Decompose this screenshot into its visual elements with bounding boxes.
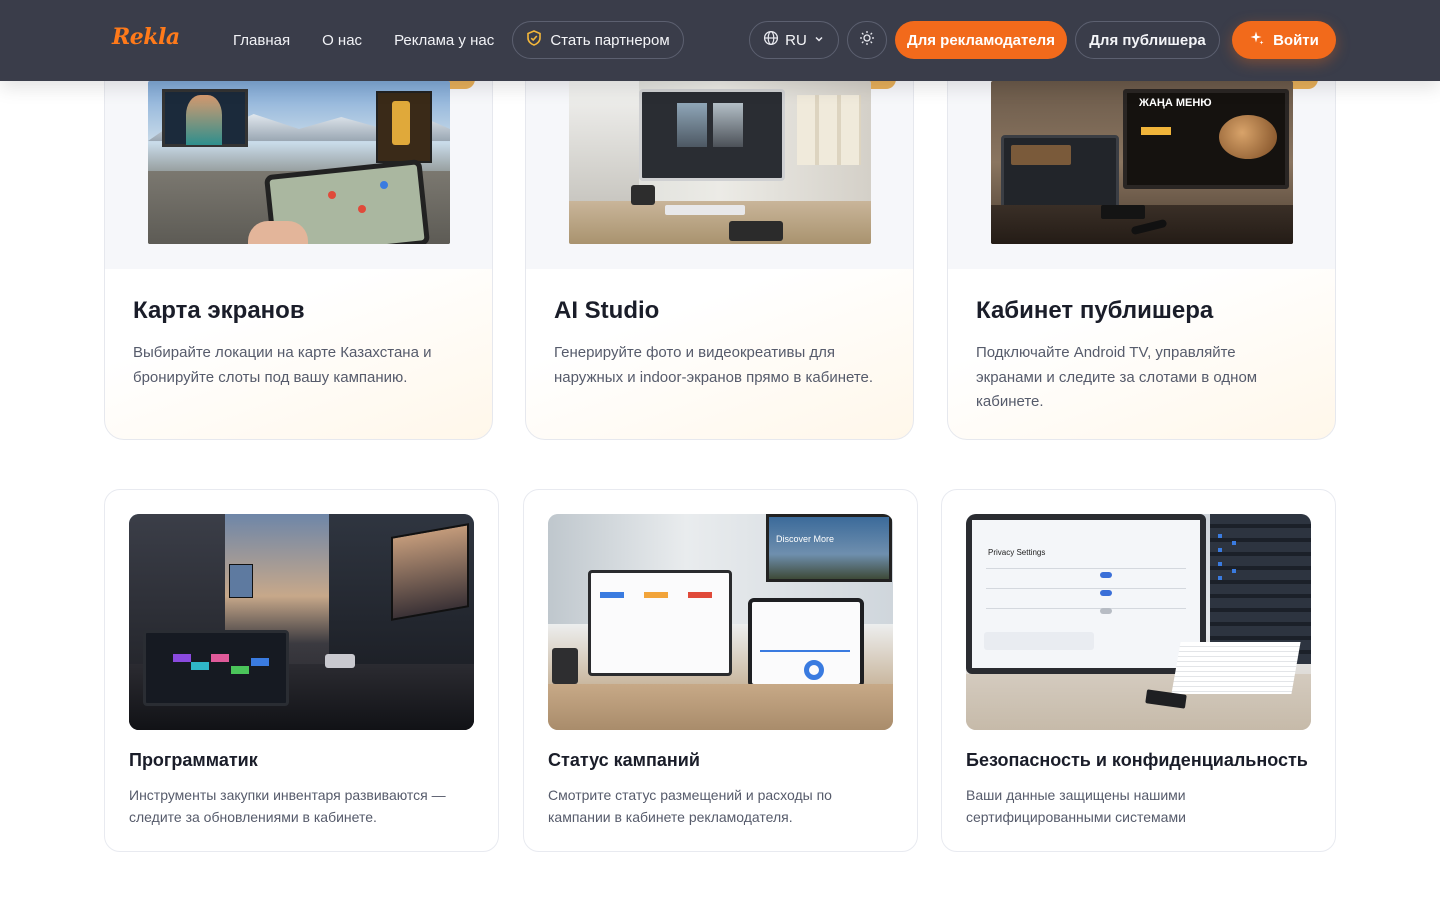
chevron-down-icon <box>813 32 825 49</box>
partner-label: Стать партнером <box>550 31 670 49</box>
nav-home[interactable]: Главная <box>233 32 290 49</box>
card-title: Статус кампаний <box>548 750 700 770</box>
site-header: Rekla Главная О нас Реклама у нас Стать … <box>0 0 1440 81</box>
card-title: Безопасность и конфиденциальность <box>966 750 1308 770</box>
publisher-button[interactable]: Для публишера <box>1075 21 1220 59</box>
card-title: Программатик <box>129 750 258 770</box>
card-description: Инструменты закупки инвентаря развиваютс… <box>129 787 446 825</box>
language-label: RU <box>785 31 807 49</box>
nav-about[interactable]: О нас <box>322 32 362 49</box>
card-description: Подключайте Android TV, управляйте экран… <box>976 344 1258 410</box>
nav-advertise[interactable]: Реклама у нас <box>394 32 494 49</box>
security-image: Privacy Settings <box>966 514 1311 730</box>
logo[interactable]: Rekla <box>112 24 180 50</box>
theme-toggle[interactable] <box>847 21 887 59</box>
sparkle-icon <box>1249 30 1265 50</box>
partner-badge-icon <box>526 30 542 50</box>
main-nav: Главная О нас Реклама у нас <box>233 0 494 81</box>
card-description: Смотрите статус размещений и расходы по … <box>548 787 832 825</box>
publisher-cabinet-image: ЖАҢА МЕНЮ <box>991 81 1293 244</box>
feature-card-publisher-cabinet[interactable]: ЖАҢА МЕНЮ Кабинет публишера Подключайте … <box>947 40 1336 440</box>
card-title: Карта экранов <box>133 297 305 324</box>
language-select[interactable]: RU <box>749 21 839 59</box>
menu-screen-text: ЖАҢА МЕНЮ <box>1139 97 1212 109</box>
feature-card-security[interactable]: Privacy Settings Безопасность и конфиден… <box>941 489 1336 852</box>
screen-map-image <box>148 81 450 244</box>
feature-card-screen-map[interactable]: Карта экранов Выбирайте локации на карте… <box>104 40 493 440</box>
card-description: Генерируйте фото и видеокреативы для нар… <box>554 344 874 386</box>
campaign-status-image: Discover More <box>548 514 893 730</box>
ai-studio-image <box>569 81 871 244</box>
globe-icon <box>763 30 779 50</box>
card-description: Ваши данные защищены нашими сертифициров… <box>966 787 1186 825</box>
login-label: Войти <box>1273 31 1319 49</box>
programmatic-image <box>129 514 474 730</box>
feature-card-ai-studio[interactable]: AI Studio Генерируйте фото и видеокреати… <box>525 40 914 440</box>
become-partner-button[interactable]: Стать партнером <box>512 21 684 59</box>
sun-icon <box>859 30 875 50</box>
feature-card-campaign-status[interactable]: Discover More Статус кампаний Смотрите с… <box>523 489 918 852</box>
privacy-settings-text: Privacy Settings <box>988 548 1046 557</box>
card-description: Выбирайте локации на карте Казахстана и … <box>133 344 432 386</box>
card-title: Кабинет публишера <box>976 297 1214 324</box>
card-title: AI Studio <box>554 297 660 324</box>
advertiser-button[interactable]: Для рекламодателя <box>895 21 1067 59</box>
feature-card-programmatic[interactable]: Программатик Инструменты закупки инвента… <box>104 489 499 852</box>
login-button[interactable]: Войти <box>1232 21 1336 59</box>
billboard-text: Discover More <box>776 534 835 544</box>
